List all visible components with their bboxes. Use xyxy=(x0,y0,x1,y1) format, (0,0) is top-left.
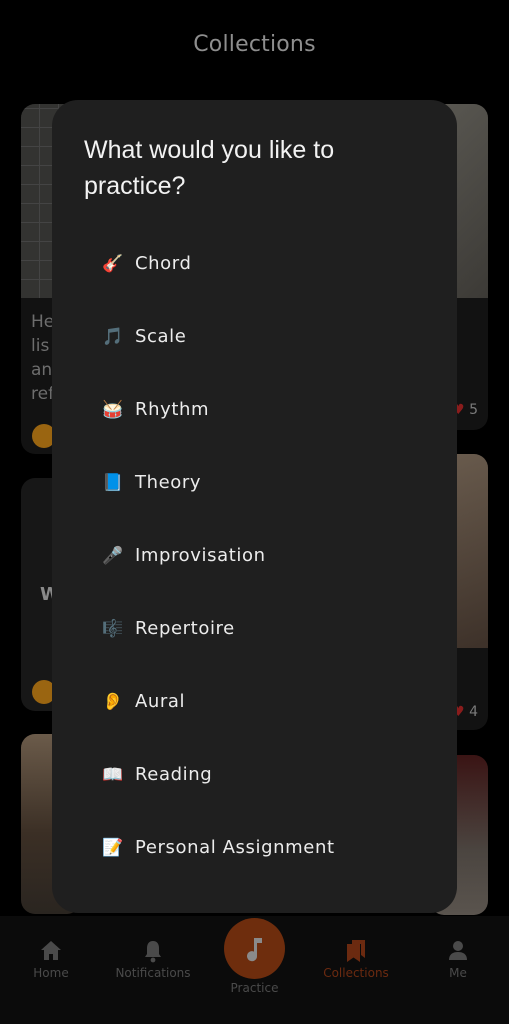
tab-notifications[interactable]: Notifications xyxy=(103,938,203,980)
musical-score-icon: 🎼 xyxy=(102,618,124,639)
option-label: Chord xyxy=(135,253,192,274)
option-repertoire[interactable]: 🎼 Repertoire xyxy=(52,592,457,665)
blue-book-icon: 📘 xyxy=(102,472,124,493)
practice-options-list: 🎸 Chord 🎵 Scale 🥁 Rhythm 📘 Theory 🎤 Impr… xyxy=(52,227,457,884)
option-aural[interactable]: 👂 Aural xyxy=(52,665,457,738)
music-note-icon: 🎵 xyxy=(102,326,124,347)
option-label: Scale xyxy=(135,326,187,347)
option-label: Rhythm xyxy=(135,399,210,420)
tab-me[interactable]: Me xyxy=(408,938,508,980)
bookmarks-icon xyxy=(347,940,365,962)
like-count-value: 4 xyxy=(469,704,478,720)
option-scale[interactable]: 🎵 Scale xyxy=(52,300,457,373)
option-reading[interactable]: 📖 Reading xyxy=(52,738,457,811)
bell-icon xyxy=(145,941,161,963)
tab-label: Me xyxy=(449,966,467,980)
ear-icon: 👂 xyxy=(102,691,124,712)
option-rhythm[interactable]: 🥁 Rhythm xyxy=(52,373,457,446)
drum-icon: 🥁 xyxy=(102,399,124,420)
practice-button[interactable] xyxy=(224,918,285,979)
option-label: Improvisation xyxy=(135,545,266,566)
card-text: He lis an ref xyxy=(31,312,55,404)
guitar-icon: 🎸 xyxy=(102,253,124,274)
person-icon xyxy=(449,941,467,960)
page-title: Collections xyxy=(193,32,316,57)
option-label: Aural xyxy=(135,691,186,712)
tab-home[interactable]: Home xyxy=(1,938,101,980)
option-label: Personal Assignment xyxy=(135,837,335,858)
practice-type-sheet: What would you like to practice? 🎸 Chord… xyxy=(52,100,457,913)
option-chord[interactable]: 🎸 Chord xyxy=(52,227,457,300)
home-icon xyxy=(41,941,61,960)
option-theory[interactable]: 📘 Theory xyxy=(52,446,457,519)
bottom-tab-bar: Home Notifications Practice Collections xyxy=(0,916,509,1024)
option-improvisation[interactable]: 🎤 Improvisation xyxy=(52,519,457,592)
tab-collections[interactable]: Collections xyxy=(306,938,406,980)
music-note-icon xyxy=(246,937,262,961)
option-label: Repertoire xyxy=(135,618,235,639)
option-personal-assignment[interactable]: 📝 Personal Assignment xyxy=(52,811,457,884)
option-label: Reading xyxy=(135,764,213,785)
microphone-icon: 🎤 xyxy=(102,545,124,566)
tab-label: Collections xyxy=(323,966,389,980)
like-count-value: 5 xyxy=(469,402,478,418)
tab-label: Home xyxy=(33,966,69,980)
option-label: Theory xyxy=(135,472,202,493)
tab-label: Notifications xyxy=(115,966,191,980)
memo-icon: 📝 xyxy=(102,837,124,858)
open-book-icon: 📖 xyxy=(102,764,124,785)
practice-label: Practice xyxy=(230,981,279,995)
screen: Collections He lis an ref W ♥ 5 ♥ 4 What… xyxy=(0,0,509,1024)
sheet-title: What would you like to practice? xyxy=(84,136,335,200)
